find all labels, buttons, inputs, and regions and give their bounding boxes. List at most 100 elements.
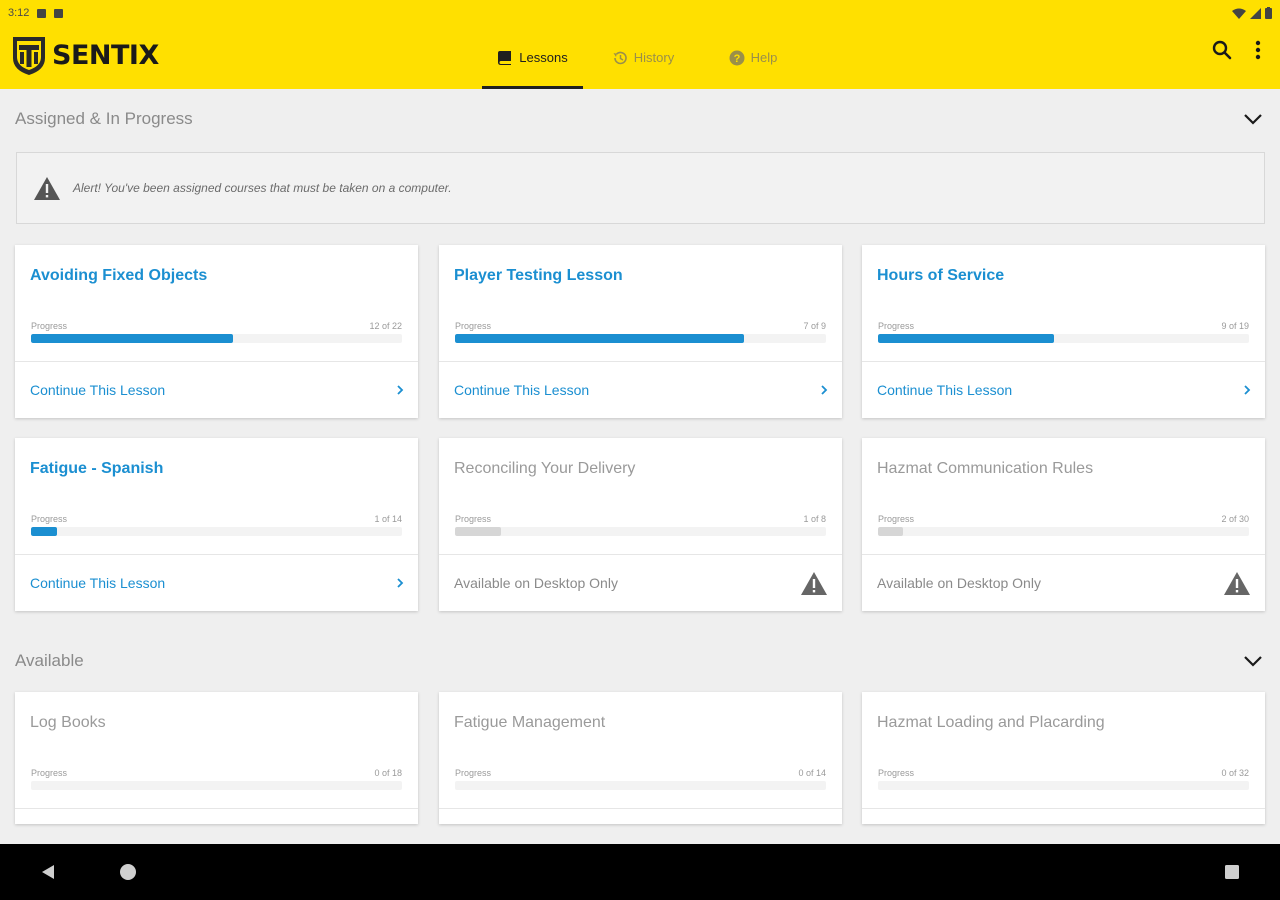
warning-icon — [34, 176, 60, 200]
continue-lesson-button[interactable]: Continue This Lesson — [862, 362, 1265, 418]
continue-lesson-label: Continue This Lesson — [877, 382, 1013, 398]
brand-wordmark: SENTIX — [52, 39, 159, 71]
progress-count: 0 of 14 — [798, 768, 826, 778]
progress-count: 9 of 19 — [1221, 321, 1249, 331]
system-nav-bar — [0, 844, 1280, 900]
assigned-section-header[interactable]: Assigned & In Progress — [0, 99, 1280, 139]
lesson-title: Hazmat Loading and Placarding — [877, 714, 1105, 731]
chevron-down-icon — [1244, 114, 1262, 125]
progress-track — [455, 334, 826, 343]
desktop-courses-alert: Alert! You've been assigned courses that… — [16, 152, 1265, 224]
progress-label: Progress — [31, 321, 68, 331]
desktop-only-label: Available on Desktop Only — [877, 575, 1041, 591]
notification-icon — [37, 8, 47, 18]
progress-fill — [878, 527, 903, 536]
chevron-right-icon — [397, 385, 404, 395]
progress-count: 12 of 22 — [369, 321, 402, 331]
chevron-right-icon — [397, 578, 404, 588]
available-section-title: Available — [15, 651, 84, 670]
lesson-title: Reconciling Your Delivery — [454, 460, 636, 477]
available-lesson-card[interactable]: Fatigue Management Progress 0 of 14 — [439, 692, 842, 824]
lesson-card: Hours of Service Progress 9 of 19 Contin… — [862, 245, 1265, 418]
lesson-card: Avoiding Fixed Objects Progress 12 of 22… — [15, 245, 418, 418]
wifi-icon — [1232, 8, 1246, 19]
progress-fill — [878, 334, 1054, 343]
home-button[interactable] — [118, 862, 138, 882]
card-divider — [15, 808, 418, 809]
signal-icon — [1250, 7, 1261, 19]
continue-lesson-label: Continue This Lesson — [454, 382, 590, 398]
recents-button[interactable] — [1222, 862, 1242, 882]
card-divider — [862, 808, 1265, 809]
available-section-header[interactable]: Available — [0, 641, 1280, 681]
progress-label: Progress — [878, 768, 915, 778]
tab-history-label: History — [633, 50, 675, 65]
continue-lesson-button[interactable]: Continue This Lesson — [439, 362, 842, 418]
progress-count: 2 of 30 — [1221, 514, 1249, 524]
chevron-right-icon — [1244, 385, 1251, 395]
progress-label: Progress — [455, 768, 492, 778]
progress-count: 7 of 9 — [803, 321, 826, 331]
app-bar-actions — [1210, 38, 1270, 62]
main-tabs: Lessons History ? Help — [482, 26, 803, 89]
tab-lessons[interactable]: Lessons — [482, 26, 583, 89]
progress-fill — [31, 334, 234, 343]
progress-fill — [455, 334, 744, 343]
tab-lessons-label: Lessons — [519, 50, 568, 65]
search-icon — [1212, 40, 1232, 60]
progress-count: 0 of 32 — [1221, 768, 1249, 778]
continue-lesson-button[interactable]: Continue This Lesson — [15, 362, 418, 418]
more-options-button[interactable] — [1246, 38, 1270, 62]
progress-count: 0 of 18 — [374, 768, 402, 778]
book-icon — [498, 51, 512, 65]
lesson-title: Log Books — [30, 714, 106, 731]
progress-count: 1 of 14 — [374, 514, 402, 524]
progress-track — [455, 781, 826, 790]
continue-lesson-label: Continue This Lesson — [30, 575, 166, 591]
desktop-only-notice: Available on Desktop Only — [439, 555, 842, 611]
sentix-logo[interactable]: SENTIX — [10, 34, 159, 76]
progress-track — [31, 527, 402, 536]
progress-fill — [455, 527, 502, 536]
back-button[interactable] — [38, 862, 58, 882]
progress-label: Progress — [31, 768, 68, 778]
more-vert-icon — [1255, 40, 1261, 60]
progress-label: Progress — [31, 514, 68, 524]
progress-label: Progress — [455, 514, 492, 524]
status-time: 3:12 — [8, 7, 30, 19]
lesson-card: Reconciling Your Delivery Progress 1 of … — [439, 438, 842, 611]
desktop-only-notice: Available on Desktop Only — [862, 555, 1265, 611]
chevron-right-icon — [821, 385, 828, 395]
available-lesson-card[interactable]: Log Books Progress 0 of 18 — [15, 692, 418, 824]
progress-track — [31, 781, 402, 790]
tab-history[interactable]: History — [583, 26, 703, 89]
sd-card-icon — [54, 8, 64, 18]
shield-logo-icon — [13, 37, 45, 75]
desktop-only-label: Available on Desktop Only — [454, 575, 618, 591]
back-icon — [42, 865, 54, 879]
continue-lesson-button[interactable]: Continue This Lesson — [15, 555, 418, 611]
lesson-title: Player Testing Lesson — [454, 267, 623, 284]
lesson-card: Fatigue - Spanish Progress 1 of 14 Conti… — [15, 438, 418, 611]
available-lesson-card[interactable]: Hazmat Loading and Placarding Progress 0… — [862, 692, 1265, 824]
card-divider — [439, 808, 842, 809]
search-button[interactable] — [1210, 38, 1234, 62]
progress-track — [31, 334, 402, 343]
alert-message: Alert! You've been assigned courses that… — [73, 181, 452, 195]
progress-label: Progress — [878, 514, 915, 524]
lesson-title: Fatigue Management — [454, 714, 606, 731]
battery-icon — [1265, 7, 1272, 19]
assigned-section-title: Assigned & In Progress — [15, 109, 193, 128]
progress-count: 1 of 8 — [803, 514, 826, 524]
tab-help[interactable]: ? Help — [703, 26, 803, 89]
lesson-card: Hazmat Communication Rules Progress 2 of… — [862, 438, 1265, 611]
progress-track — [455, 527, 826, 536]
progress-track — [878, 334, 1249, 343]
progress-label: Progress — [455, 321, 492, 331]
lesson-title: Avoiding Fixed Objects — [30, 267, 208, 284]
progress-label: Progress — [878, 321, 915, 331]
svg-text:?: ? — [733, 53, 740, 65]
progress-fill — [31, 527, 58, 536]
lesson-title: Hazmat Communication Rules — [877, 460, 1094, 477]
progress-track — [878, 527, 1249, 536]
